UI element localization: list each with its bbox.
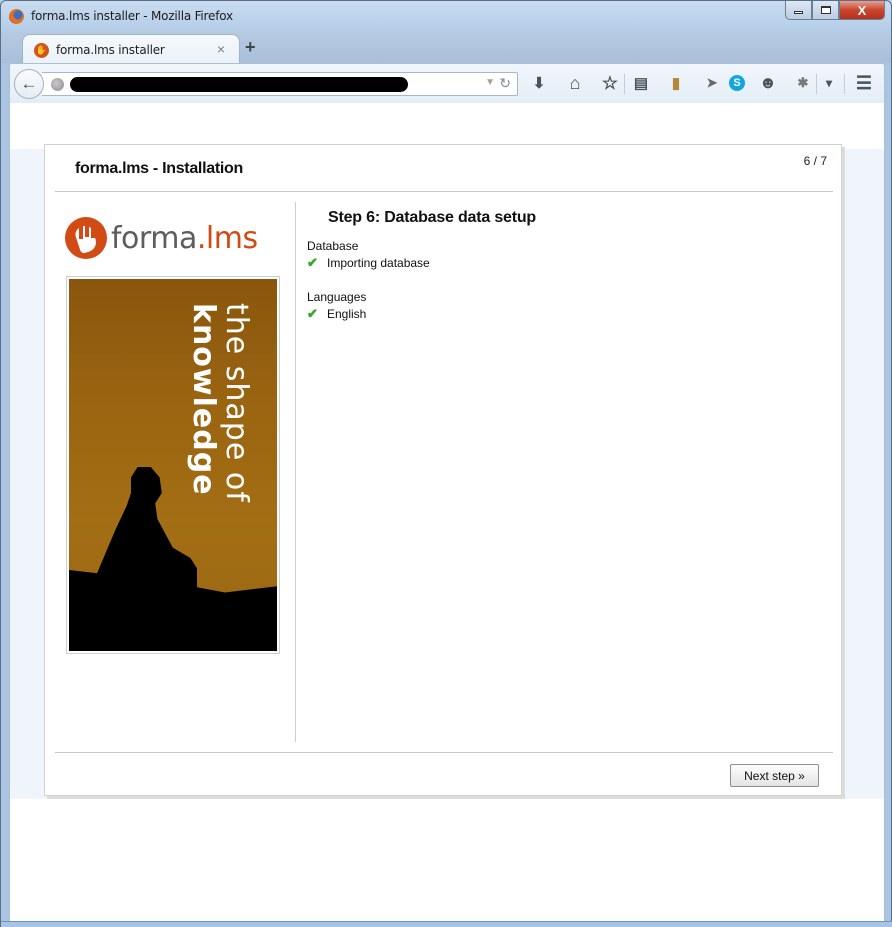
tab-title: forma.lms installer <box>56 43 165 57</box>
toolbar-separator <box>816 74 817 94</box>
minimize-button[interactable] <box>785 1 812 20</box>
tagline-line-2: knowledge <box>186 303 221 496</box>
logo-text-main: forma <box>111 220 197 256</box>
section-languages: Languages ✔ English <box>307 290 366 322</box>
banner-tagline: the shape of knowledge <box>186 303 254 503</box>
toolbar-separator <box>844 74 845 94</box>
page-viewport: forma.lms - Installation 6 / 7 forma.lms… <box>9 103 885 921</box>
status-text: Importing database <box>327 256 430 270</box>
window-bottom-border <box>1 921 892 927</box>
footer-divider <box>55 752 833 753</box>
section-label: Languages <box>307 290 367 304</box>
step-title: Step 6: Database data setup <box>328 209 536 226</box>
skype-icon[interactable]: S <box>729 75 745 91</box>
installer-title: forma.lms - Installation <box>75 160 243 177</box>
window-title: forma.lms installer - Mozilla Firefox <box>31 9 233 23</box>
status-item: ✔ Importing database <box>307 255 430 271</box>
status-text: English <box>327 307 367 321</box>
notebook-addon-icon[interactable]: ▮ <box>665 72 687 94</box>
checkmark-icon: ✔ <box>307 306 318 321</box>
bug-addon-icon[interactable]: ✱ <box>792 72 814 94</box>
forma-lms-logo: forma.lms <box>65 217 258 259</box>
bookmark-star-icon[interactable]: ☆ <box>599 72 621 94</box>
maximize-button[interactable] <box>812 1 839 20</box>
banner-image: the shape of knowledge <box>69 279 277 651</box>
url-history-dropdown-icon[interactable]: ▼ <box>485 77 495 88</box>
next-step-button[interactable]: Next step » <box>730 764 819 787</box>
minimize-icon <box>794 11 803 14</box>
installer-panel: forma.lms - Installation 6 / 7 forma.lms… <box>44 144 842 796</box>
browser-window: forma.lms installer - Mozilla Firefox X … <box>0 0 892 927</box>
tab-forma-installer[interactable]: ✋ forma.lms installer × <box>22 34 240 64</box>
header-divider <box>55 191 833 192</box>
close-window-button[interactable]: X <box>839 1 885 20</box>
status-item: ✔ English <box>307 306 366 322</box>
reload-icon[interactable]: ↻ <box>499 75 511 92</box>
section-database: Database ✔ Importing database <box>307 239 430 271</box>
tab-strip: ✋ forma.lms installer × + <box>2 31 891 64</box>
maximize-icon <box>820 6 831 14</box>
site-identity-globe-icon[interactable] <box>51 78 64 91</box>
new-tab-button[interactable]: + <box>245 37 256 58</box>
close-icon: X <box>857 2 867 18</box>
send-icon[interactable]: ➤ <box>701 72 723 94</box>
url-bar[interactable]: ▼ ↻ <box>42 72 518 96</box>
window-controls: X <box>785 1 885 21</box>
reading-list-icon[interactable]: ▤ <box>630 72 652 94</box>
toolbar-separator <box>624 74 625 94</box>
checkmark-icon: ✔ <box>307 255 318 270</box>
home-icon[interactable]: ⌂ <box>564 72 586 94</box>
banner-image-frame: the shape of knowledge <box>66 276 280 654</box>
logo-text-accent: .lms <box>196 220 258 256</box>
forma-hand-logo-icon <box>65 217 107 259</box>
download-icon[interactable]: ⬇ <box>528 72 550 94</box>
section-label: Database <box>307 239 359 253</box>
redacted-url <box>70 77 408 92</box>
chat-icon[interactable]: ☻ <box>757 72 779 94</box>
step-counter: 6 / 7 <box>803 154 827 168</box>
hamburger-menu-icon[interactable]: ☰ <box>853 72 875 94</box>
title-bar: forma.lms installer - Mozilla Firefox X <box>1 1 891 31</box>
overflow-dropdown-icon[interactable]: ▾ <box>818 72 840 94</box>
tab-close-icon[interactable]: × <box>217 41 225 57</box>
firefox-icon <box>9 9 24 24</box>
back-button[interactable]: ← <box>14 69 44 99</box>
navigation-toolbar: ▼ ↻ ← ⬇ ⌂ ☆ ▤ ▮ ➤ S ☻ ✱ ▾ ☰ <box>9 63 885 103</box>
column-divider <box>295 202 296 742</box>
forma-favicon-icon: ✋ <box>34 43 49 58</box>
tagline-line-1: the shape of <box>219 303 254 503</box>
